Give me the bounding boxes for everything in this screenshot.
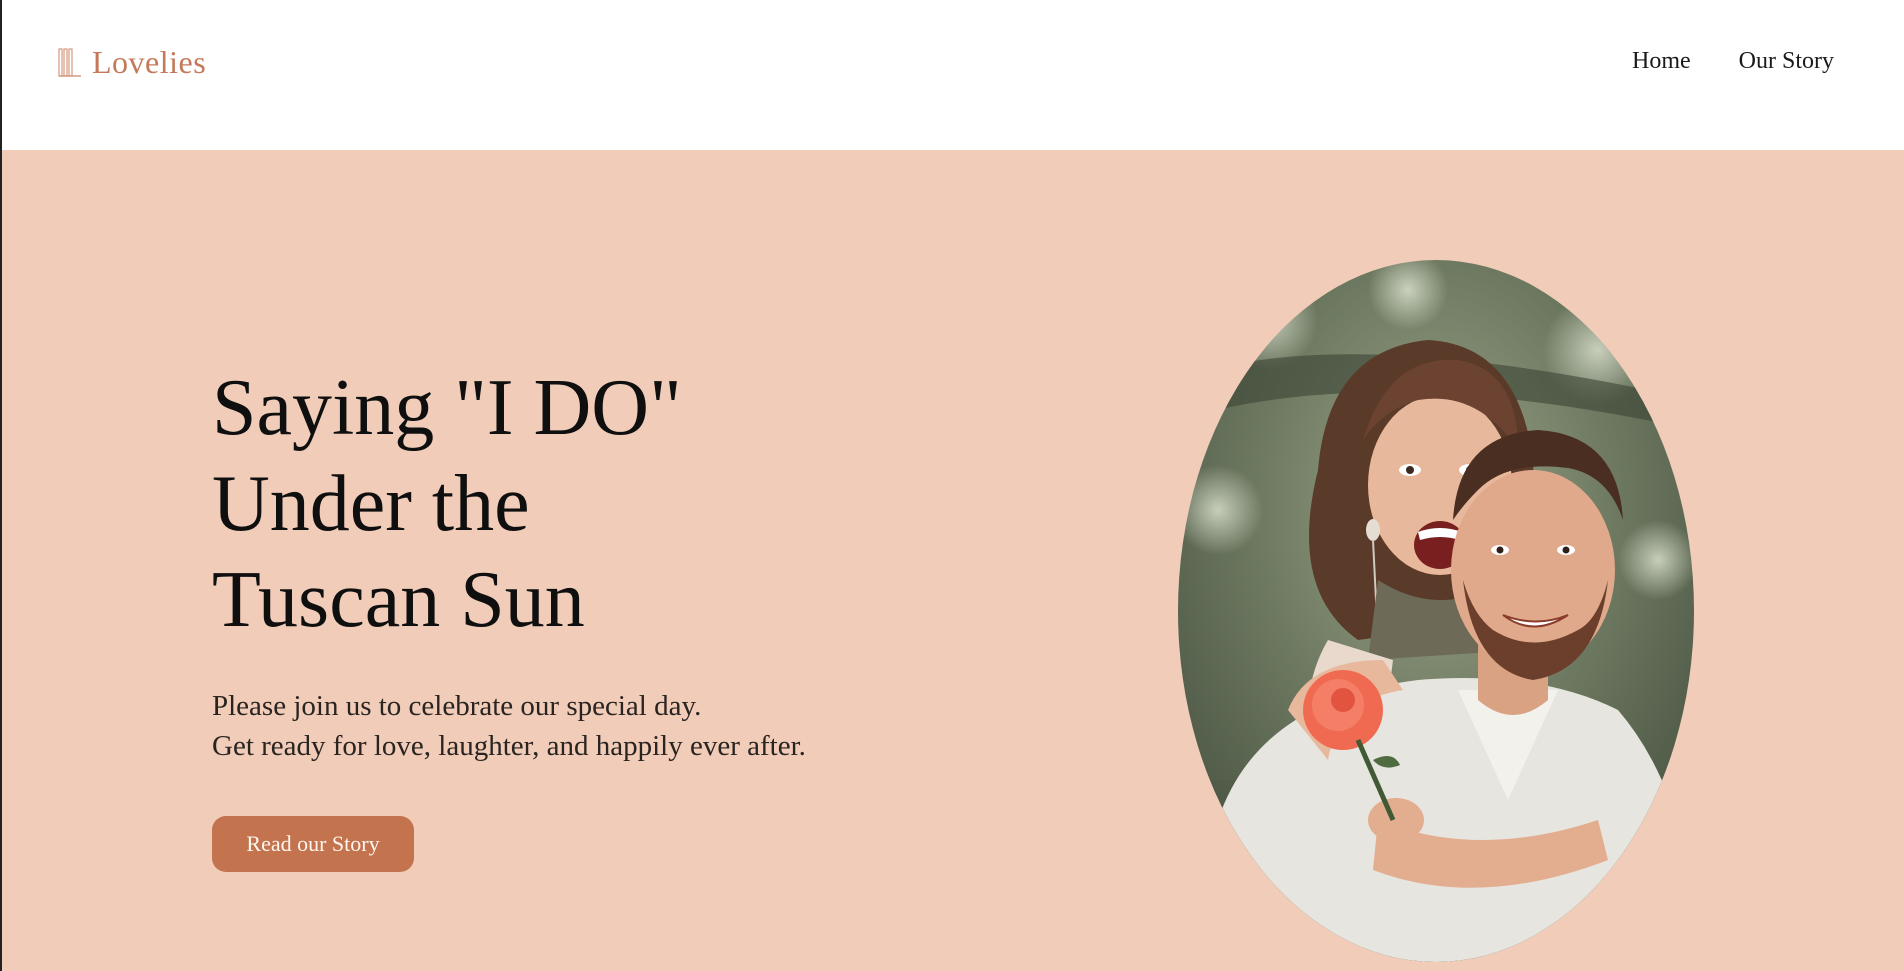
hero-subtitle-line: Get ready for love, laughter, and happil… [212,730,806,762]
hero-title-line: Saying "I DO" [212,364,682,452]
couple-photo [1178,260,1694,962]
logo-link[interactable]: Lovelies [58,44,206,81]
logo-text: Lovelies [92,44,207,80]
nav-link-our-story[interactable]: Our Story [1739,48,1834,75]
page: Lovelies Home Our Story Saying "I DO" Un… [0,0,1904,971]
hero-subtitle-line: Please join us to celebrate our special … [212,690,702,722]
couple-photo-illustration [1178,260,1694,962]
logo-icon [58,47,81,77]
read-our-story-button[interactable]: Read our Story [212,816,414,872]
hero-title: Saying "I DO" Under the Tuscan Sun [212,360,682,648]
hero-title-line: Under the [212,460,530,548]
hero-title-line: Tuscan Sun [212,556,585,644]
nav-link-home[interactable]: Home [1632,48,1691,75]
hero-section: Saying "I DO" Under the Tuscan Sun Pleas… [2,150,1904,971]
main-nav: Home Our Story [1632,48,1834,75]
hero-subtitle: Please join us to celebrate our special … [212,686,806,766]
site-header: Lovelies Home Our Story [2,0,1904,150]
